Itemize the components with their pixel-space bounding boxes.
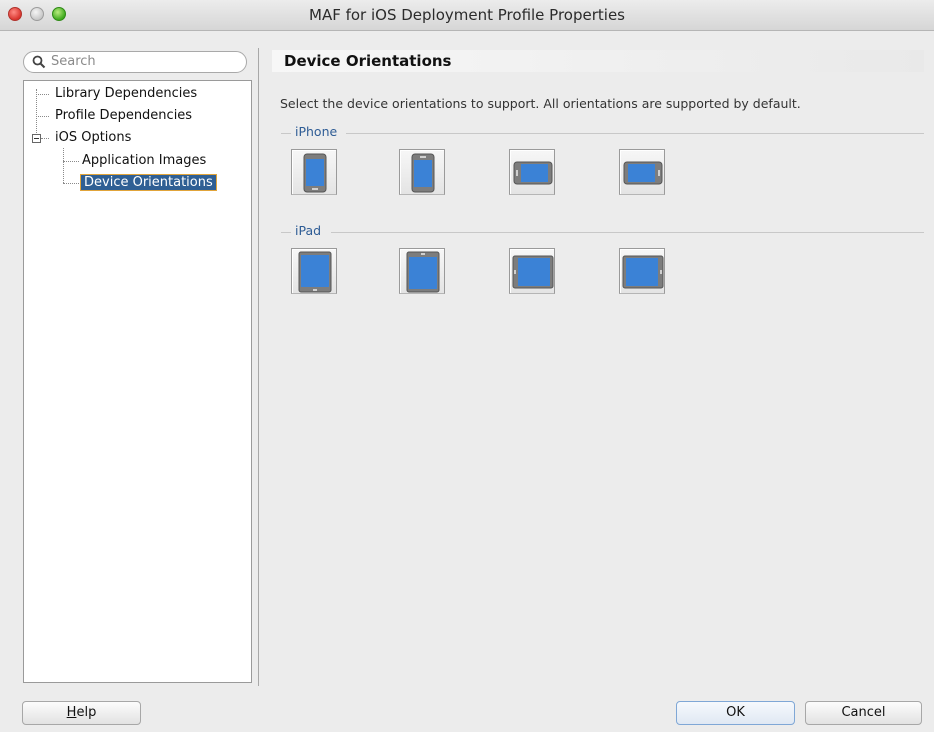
tree-item-application-images[interactable]: Application Images [82, 153, 206, 168]
search-placeholder: Search [51, 54, 96, 69]
group-divider [346, 133, 924, 134]
tablet-portrait-icon [298, 251, 332, 293]
search-icon [32, 55, 46, 69]
tablet-landscape-left-icon [512, 255, 554, 289]
collapse-toggle-icon[interactable] [32, 134, 41, 143]
page-title: Device Orientations [284, 52, 452, 70]
description-text: Select the device orientations to suppor… [280, 96, 801, 111]
window-title: MAF for iOS Deployment Profile Propertie… [309, 6, 625, 24]
tree-connector [63, 161, 79, 162]
help-button[interactable]: Help [22, 701, 141, 725]
iphone-portrait-toggle[interactable] [291, 149, 337, 195]
phone-landscape-right-icon [623, 161, 663, 185]
search-input[interactable]: Search [23, 51, 247, 73]
navigation-pane: Search Library Dependencies Profile Depe… [0, 31, 258, 686]
help-label: elp [76, 705, 97, 720]
tree-connector [63, 183, 79, 184]
help-mnemonic: H [66, 705, 77, 720]
ipad-portrait-toggle[interactable] [291, 248, 337, 294]
group-divider [281, 232, 291, 233]
tree-connector [63, 148, 64, 183]
tree-connector [36, 116, 49, 117]
iphone-portrait-upside-down-toggle[interactable] [399, 149, 445, 195]
cancel-button[interactable]: Cancel [805, 701, 922, 725]
group-divider [331, 232, 924, 233]
ipad-portrait-upside-down-toggle[interactable] [399, 248, 445, 294]
ipad-landscape-left-toggle[interactable] [509, 248, 555, 294]
tree-item-ios-options[interactable]: iOS Options [55, 130, 131, 145]
navigation-tree: Library Dependencies Profile Dependencie… [23, 80, 252, 683]
tree-item-device-orientations[interactable]: Device Orientations [80, 174, 217, 191]
iphone-landscape-left-toggle[interactable] [509, 149, 555, 195]
group-label-iphone: iPhone [295, 124, 338, 139]
ipad-landscape-right-toggle[interactable] [619, 248, 665, 294]
title-bar: MAF for iOS Deployment Profile Propertie… [0, 0, 934, 31]
group-divider [281, 133, 291, 134]
phone-landscape-left-icon [513, 161, 553, 185]
ok-button[interactable]: OK [676, 701, 795, 725]
tree-connector [36, 89, 37, 137]
group-label-ipad: iPad [295, 223, 322, 238]
tablet-landscape-right-icon [622, 255, 664, 289]
phone-portrait-upside-down-icon [411, 153, 435, 193]
tree-item-library-dependencies[interactable]: Library Dependencies [55, 86, 197, 101]
tree-connector [41, 138, 49, 139]
iphone-landscape-right-toggle[interactable] [619, 149, 665, 195]
tablet-portrait-upside-down-icon [406, 251, 440, 293]
section-header: Device Orientations [272, 50, 924, 72]
tree-connector [36, 94, 49, 95]
pane-splitter[interactable] [258, 48, 259, 686]
tree-item-profile-dependencies[interactable]: Profile Dependencies [55, 108, 192, 123]
phone-portrait-icon [303, 153, 327, 193]
